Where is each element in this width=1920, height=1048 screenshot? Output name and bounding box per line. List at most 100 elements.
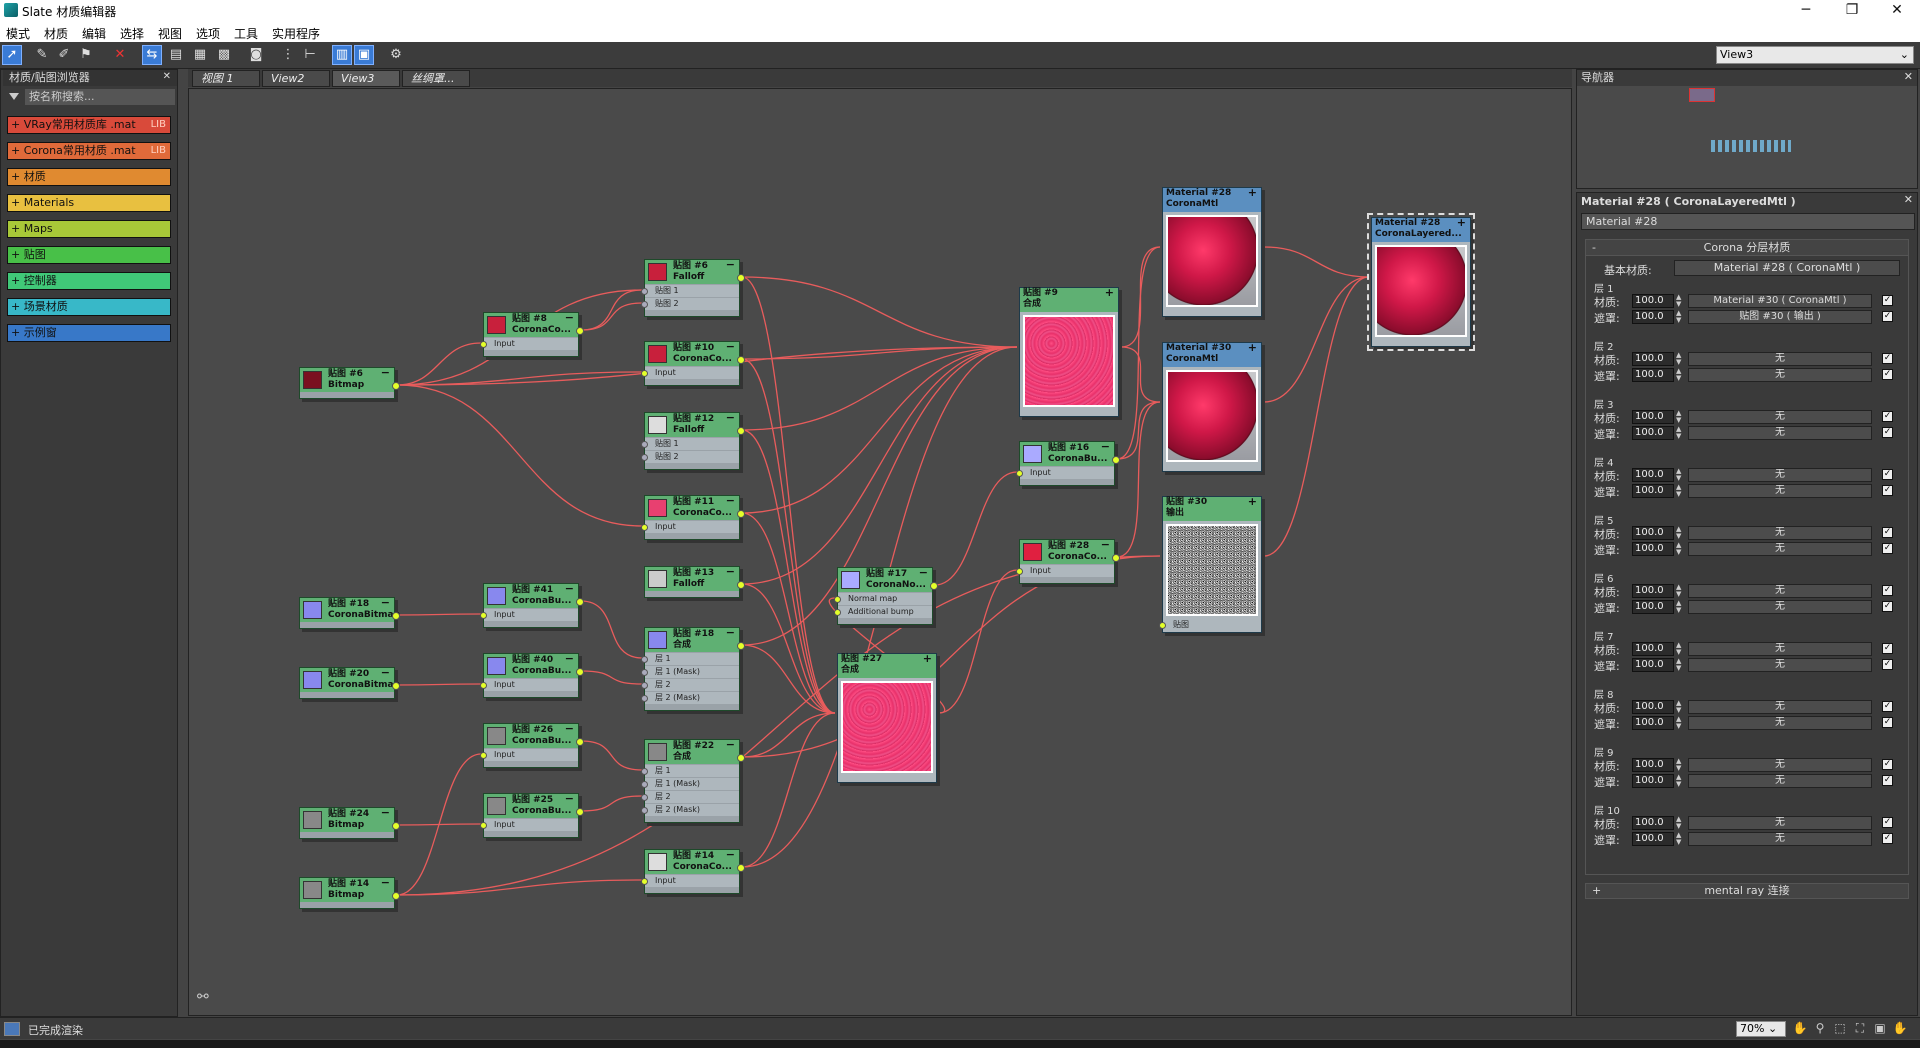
output-socket-icon[interactable] (392, 382, 400, 390)
node-input-slot[interactable]: 层 1 (641, 764, 739, 777)
tab-view3[interactable]: View3 (332, 70, 400, 87)
layout-vertical-icon[interactable]: ⋮ (278, 45, 298, 65)
input-socket-icon[interactable] (480, 752, 487, 759)
move-children-icon[interactable]: ⇆ (142, 45, 162, 65)
node-collapse-icon[interactable]: − (919, 567, 928, 578)
output-socket-icon[interactable] (930, 582, 938, 590)
node-input-slot[interactable]: 贴图 2 (641, 297, 739, 310)
node-input-slot[interactable]: 层 2 (641, 678, 739, 691)
input-socket-icon[interactable] (480, 341, 487, 348)
mask-enable-checkbox[interactable]: ✓ (1882, 775, 1893, 786)
layout-horizontal-icon[interactable]: ⊢ (300, 45, 320, 65)
node-input-slot[interactable]: 层 1 (Mask) (641, 665, 739, 678)
mentalray-rollout[interactable]: + mental ray 连接 (1585, 883, 1909, 899)
library-item[interactable]: + 场景材质 (7, 298, 171, 316)
map-node[interactable]: 贴图 #17 CoronaNo... − Normal map Additional b… (834, 567, 938, 625)
maximize-button[interactable]: ❐ (1829, 0, 1875, 22)
tab-view1[interactable]: 视图 1 (192, 70, 260, 87)
node-input-slot[interactable]: Input (641, 520, 739, 533)
rollout-header[interactable]: - Corona 分层材质 (1586, 240, 1908, 256)
node-header[interactable]: 贴图 #10 CoronaCo... − (645, 341, 739, 366)
input-socket-icon[interactable] (641, 695, 648, 702)
menu-item-view[interactable]: 视图 (158, 25, 182, 42)
mask-amount-spinner[interactable]: 100.0 (1632, 658, 1674, 672)
spinner-arrows-icon[interactable]: ▲ ▼ (1676, 716, 1684, 730)
node-expand-icon[interactable]: + (1248, 187, 1257, 198)
spinner-arrows-icon[interactable]: ▲ ▼ (1676, 832, 1684, 846)
input-socket-icon[interactable] (641, 454, 648, 461)
map-node[interactable]: 贴图 #24 Bitmap − (299, 807, 400, 839)
delete-icon[interactable]: ✕ (110, 45, 130, 65)
layer-mask-button[interactable]: 无 (1688, 368, 1872, 382)
layer-material-button[interactable]: 无 (1688, 410, 1872, 424)
node-collapse-icon[interactable]: − (726, 849, 735, 860)
spinner-arrows-icon[interactable]: ▲ ▼ (1676, 758, 1684, 772)
map-node[interactable]: 贴图 #8 CoronaCo... − Input (480, 312, 584, 357)
spinner-arrows-icon[interactable]: ▲ ▼ (1676, 368, 1684, 382)
mask-enable-checkbox[interactable]: ✓ (1882, 311, 1893, 322)
hide-unused-slots-icon[interactable]: ▤ (166, 45, 186, 65)
map-node[interactable]: 贴图 #6 Bitmap − (299, 367, 400, 399)
assign-material-icon[interactable]: ⚑ (76, 45, 96, 65)
node-input-slot[interactable]: Input (480, 337, 578, 350)
spinner-arrows-icon[interactable]: ▲ ▼ (1676, 816, 1684, 830)
preview-node[interactable]: Material #28 CoronaMtl + (1162, 187, 1262, 317)
node-header[interactable]: 贴图 #11 CoronaCo... − (645, 495, 739, 520)
spinner-arrows-icon[interactable]: ▲ ▼ (1676, 310, 1684, 324)
spinner-arrows-icon[interactable]: ▲ ▼ (1676, 774, 1684, 788)
material-amount-spinner[interactable]: 100.0 (1632, 468, 1674, 482)
menu-item-select[interactable]: 选择 (120, 25, 144, 42)
map-node[interactable]: 贴图 #18 CoronaBitmap − (299, 597, 400, 629)
spinner-arrows-icon[interactable]: ▲ ▼ (1676, 484, 1684, 498)
node-collapse-icon[interactable]: − (726, 566, 735, 577)
node-expand-icon[interactable]: + (1457, 217, 1466, 228)
output-socket-icon[interactable] (392, 822, 400, 830)
mask-amount-spinner[interactable]: 100.0 (1632, 600, 1674, 614)
node-expand-icon[interactable]: + (1105, 287, 1114, 298)
layer-enable-checkbox[interactable]: ✓ (1882, 527, 1893, 538)
node-header[interactable]: 贴图 #18 CoronaBitmap − (300, 597, 400, 622)
node-input-slot[interactable]: 层 2 (Mask) (641, 803, 739, 816)
map-node[interactable]: 贴图 #18 合成 − 层 1层 1 (Mask) 层 2层 2 (Mask) (641, 627, 745, 711)
node-header[interactable]: 贴图 #26 CoronaBu... − (484, 723, 578, 748)
library-item[interactable]: + 材质 (7, 168, 171, 186)
mask-enable-checkbox[interactable]: ✓ (1882, 427, 1893, 438)
material-name-field[interactable]: Material #28 (1581, 213, 1915, 230)
menu-item-edit[interactable]: 编辑 (82, 25, 106, 42)
node-header[interactable]: 贴图 #16 CoronaBu... − (1020, 441, 1114, 466)
input-socket-icon[interactable] (641, 656, 648, 663)
output-socket-icon[interactable] (737, 581, 745, 589)
node-input-slot[interactable]: 层 2 (641, 790, 739, 803)
menu-item-tools[interactable]: 工具 (234, 25, 258, 42)
input-socket-icon[interactable] (1016, 470, 1023, 477)
param-close-icon[interactable]: ✕ (1904, 193, 1913, 206)
node-view-canvas[interactable]: 贴图 #6 Bitmap − 贴图 #8 CoronaCo... − Input 贴图 #6 F… (188, 88, 1572, 1016)
zoom-extents-icon[interactable]: ⛶ (1852, 1021, 1868, 1037)
preview-node[interactable]: 贴图 #30 输出 + 贴图 (1159, 496, 1262, 633)
input-socket-icon[interactable] (641, 807, 648, 814)
output-socket-icon[interactable] (576, 598, 584, 606)
node-collapse-icon[interactable]: − (726, 739, 735, 750)
node-header[interactable]: 贴图 #9 合成 + (1020, 287, 1118, 312)
layer-material-button[interactable]: Material #30 ( CoronaMtl ) (1688, 294, 1872, 308)
input-socket-icon[interactable] (641, 781, 648, 788)
node-input-slot[interactable]: Input (480, 818, 578, 831)
node-input-slot[interactable]: Input (641, 366, 739, 379)
node-header[interactable]: 贴图 #13 Falloff − (645, 566, 739, 591)
zoom-icon[interactable]: ⚲ (1812, 1021, 1828, 1037)
preview-node[interactable]: Material #28 CoronaLayered... + (1367, 213, 1475, 351)
input-socket-icon[interactable] (641, 441, 648, 448)
menu-item-mode[interactable]: 模式 (6, 25, 30, 42)
pick-material-icon[interactable]: ✎ (32, 45, 52, 65)
close-button[interactable]: ✕ (1874, 0, 1920, 22)
material-amount-spinner[interactable]: 100.0 (1632, 352, 1674, 366)
input-socket-icon[interactable] (480, 822, 487, 829)
layer-enable-checkbox[interactable]: ✓ (1882, 817, 1893, 828)
node-input-slot[interactable]: 层 1 (Mask) (641, 777, 739, 790)
mask-enable-checkbox[interactable]: ✓ (1882, 485, 1893, 496)
map-node[interactable]: 贴图 #11 CoronaCo... − Input (641, 495, 745, 540)
map-node[interactable]: 贴图 #20 CoronaBitmap − (299, 667, 400, 699)
input-socket-icon[interactable] (641, 878, 648, 885)
node-collapse-icon[interactable]: − (565, 723, 574, 734)
map-node[interactable]: 贴图 #10 CoronaCo... − Input (641, 341, 745, 386)
